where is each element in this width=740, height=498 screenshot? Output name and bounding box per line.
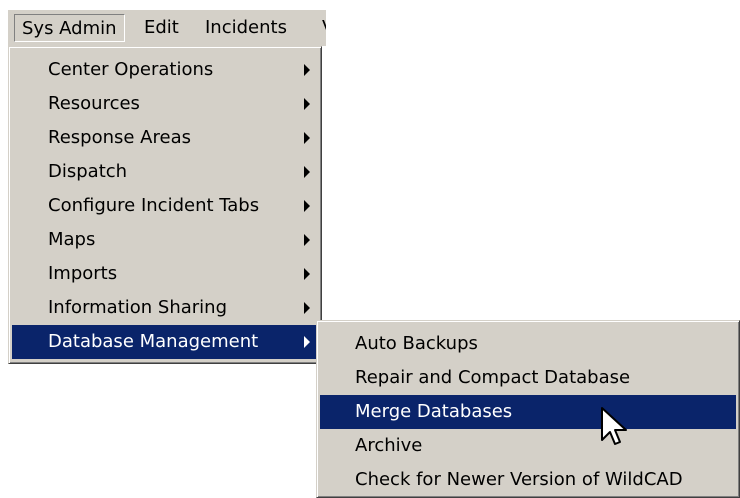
- menu-item-label: Response Areas: [48, 127, 191, 148]
- menu-item-label: Imports: [48, 263, 118, 284]
- menu-item-label: Resources: [48, 93, 140, 114]
- menu-item-auto-backups[interactable]: Auto Backups: [320, 327, 736, 361]
- menu-item-response-areas[interactable]: Response Areas: [12, 121, 318, 155]
- menu-view-partial[interactable]: V: [314, 14, 326, 42]
- menu-item-label: Information Sharing: [48, 297, 228, 318]
- menu-item-dispatch[interactable]: Dispatch: [12, 155, 318, 189]
- menu-item-imports[interactable]: Imports: [12, 257, 318, 291]
- menu-item-label: Archive: [355, 435, 423, 456]
- menu-edit[interactable]: Edit: [136, 14, 187, 42]
- chevron-right-icon: [304, 234, 310, 246]
- chevron-right-icon: [304, 268, 310, 280]
- menu-item-label: Repair and Compact Database: [355, 367, 631, 388]
- chevron-right-icon: [304, 64, 310, 76]
- menu-item-merge-databases[interactable]: Merge Databases: [320, 395, 736, 429]
- menu-item-repair-compact-database[interactable]: Repair and Compact Database: [320, 361, 736, 395]
- menu-item-center-operations[interactable]: Center Operations: [12, 53, 318, 87]
- menu-item-label: Maps: [48, 229, 96, 250]
- menu-item-label: Merge Databases: [355, 401, 513, 422]
- chevron-right-icon: [304, 98, 310, 110]
- menu-item-archive[interactable]: Archive: [320, 429, 736, 463]
- chevron-right-icon: [304, 302, 310, 314]
- sys-admin-menu: Center Operations Resources Response Are…: [8, 46, 322, 364]
- menu-item-label: Dispatch: [48, 161, 128, 182]
- menu-item-label: Database Management: [48, 331, 259, 352]
- menu-item-configure-incident-tabs[interactable]: Configure Incident Tabs: [12, 189, 318, 223]
- menu-item-label: Check for Newer Version of WildCAD: [355, 469, 683, 490]
- mouse-cursor-icon: [601, 407, 627, 445]
- menu-item-resources[interactable]: Resources: [12, 87, 318, 121]
- menu-bar: Sys Admin Edit Incidents V: [8, 10, 326, 46]
- chevron-right-icon: [304, 166, 310, 178]
- menu-item-database-management[interactable]: Database Management: [12, 325, 318, 359]
- menu-item-information-sharing[interactable]: Information Sharing: [12, 291, 318, 325]
- menu-item-label: Center Operations: [48, 59, 214, 80]
- menu-item-label: Auto Backups: [355, 333, 478, 354]
- database-management-submenu: Auto Backups Repair and Compact Database…: [316, 320, 740, 498]
- menu-item-label: Configure Incident Tabs: [48, 195, 260, 216]
- menu-item-maps[interactable]: Maps: [12, 223, 318, 257]
- menu-incidents[interactable]: Incidents: [197, 14, 295, 42]
- screen: Sys Admin Edit Incidents V Center Operat…: [0, 0, 740, 498]
- chevron-right-icon: [304, 132, 310, 144]
- menu-sys-admin[interactable]: Sys Admin: [14, 14, 125, 42]
- chevron-right-icon: [304, 336, 310, 348]
- menu-item-check-newer-version[interactable]: Check for Newer Version of WildCAD: [320, 463, 736, 497]
- chevron-right-icon: [304, 200, 310, 212]
